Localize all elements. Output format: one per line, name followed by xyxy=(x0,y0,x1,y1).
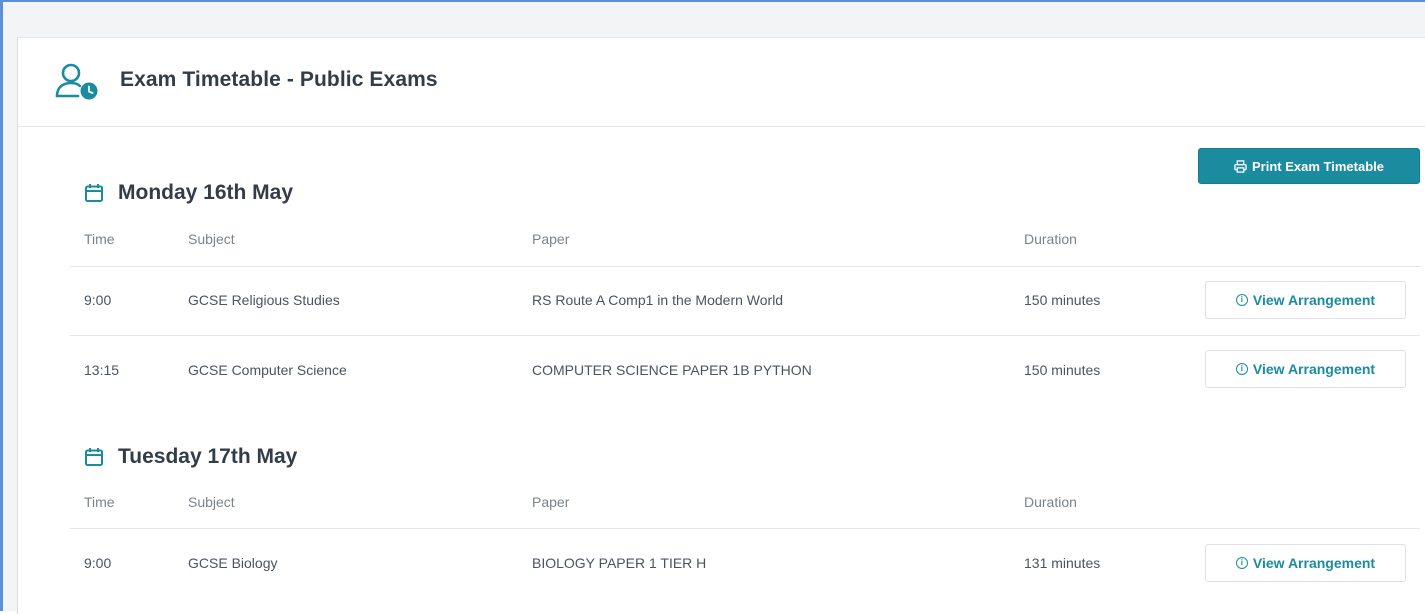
row-paper: BIOLOGY PAPER 1 TIER H xyxy=(532,555,707,571)
view-arrangement-button[interactable]: i View Arrangement xyxy=(1205,350,1406,388)
column-header-time: Time xyxy=(84,231,115,247)
row-paper: RS Route A Comp1 in the Modern World xyxy=(532,292,784,308)
page-title: Exam Timetable - Public Exams xyxy=(120,68,438,91)
user-clock-icon xyxy=(55,63,98,100)
column-header-paper: Paper xyxy=(532,231,570,247)
calendar-icon xyxy=(85,448,103,466)
row-duration: 131 minutes xyxy=(1024,555,1101,571)
app-frame: Exam Timetable - Public Exams Print Exam… xyxy=(0,0,1425,614)
day-heading-tuesday: Tuesday 17th May xyxy=(84,445,297,469)
row-subject: GCSE Computer Science xyxy=(188,362,347,378)
info-icon: i xyxy=(1235,363,1248,375)
view-arrangement-button[interactable]: i View Arrangement xyxy=(1205,281,1406,319)
info-icon: i xyxy=(1235,294,1248,306)
timetable-panel: Exam Timetable - Public Exams Print Exam… xyxy=(17,37,1425,614)
day-heading-monday: Monday 16th May xyxy=(84,181,293,205)
day-title: Monday 16th May xyxy=(118,181,294,204)
header-divider xyxy=(70,266,1420,267)
view-arrangement-button[interactable]: i View Arrangement xyxy=(1205,544,1406,582)
row-subject: GCSE Biology xyxy=(188,555,278,571)
view-arrangement-label: View Arrangement xyxy=(1252,555,1376,571)
view-arrangement-label: View Arrangement xyxy=(1252,292,1376,308)
row-paper: COMPUTER SCIENCE PAPER 1B PYTHON xyxy=(532,362,812,378)
row-time: 9:00 xyxy=(84,292,112,308)
column-header-subject: Subject xyxy=(188,494,235,510)
row-subject: GCSE Religious Studies xyxy=(188,292,340,308)
row-duration: 150 minutes xyxy=(1024,362,1101,378)
row-time: 13:15 xyxy=(84,362,120,378)
column-header-paper: Paper xyxy=(532,494,570,510)
view-arrangement-label: View Arrangement xyxy=(1252,361,1376,377)
panel-header: Exam Timetable - Public Exams xyxy=(18,38,1425,127)
column-header-duration: Duration xyxy=(1024,231,1077,247)
print-timetable-button[interactable]: Print Exam Timetable xyxy=(1198,148,1420,184)
print-button-label: Print Exam Timetable xyxy=(1252,158,1384,174)
day-title: Tuesday 17th May xyxy=(118,445,298,468)
column-header-subject: Subject xyxy=(188,231,235,247)
column-header-duration: Duration xyxy=(1024,494,1077,510)
row-divider xyxy=(70,335,1420,336)
row-time: 9:00 xyxy=(84,555,112,571)
calendar-icon xyxy=(85,184,103,202)
header-divider xyxy=(70,528,1420,529)
column-header-time: Time xyxy=(84,494,115,510)
printer-icon xyxy=(1234,159,1247,173)
info-icon: i xyxy=(1235,557,1248,569)
row-duration: 150 minutes xyxy=(1024,292,1101,308)
